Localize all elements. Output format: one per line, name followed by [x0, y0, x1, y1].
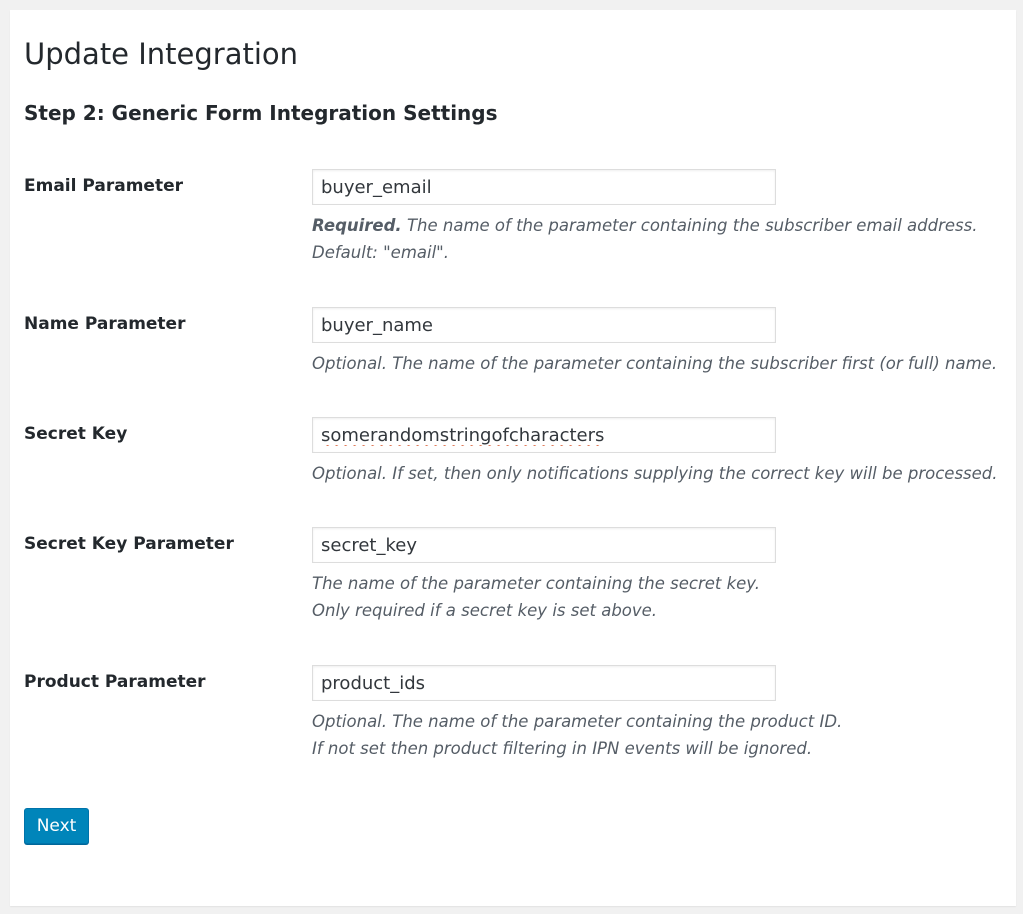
secret-key-description: Optional. If set, then only notification…: [312, 460, 1002, 487]
email-parameter-description-line-2: Default: "email".: [312, 243, 450, 262]
email-parameter-label: Email Parameter: [24, 176, 183, 196]
page-title: Update Integration: [24, 37, 299, 71]
secret-key-description-line-1: Optional. If set, then only notification…: [312, 464, 998, 483]
secret-key-parameter-label: Secret Key Parameter: [24, 534, 234, 554]
secret-key-label: Secret Key: [24, 424, 128, 444]
integration-settings-panel: Update Integration Step 2: Generic Form …: [10, 10, 1016, 906]
email-parameter-description-line-1: Required. The name of the parameter cont…: [312, 216, 978, 235]
product-parameter-description-line-2: If not set then product filtering in IPN…: [312, 739, 813, 758]
required-label: Required.: [312, 216, 402, 235]
product-parameter-label: Product Parameter: [24, 672, 206, 692]
email-parameter-description: Required. The name of the parameter cont…: [312, 212, 1002, 266]
product-parameter-description-line-1: Optional. The name of the parameter cont…: [312, 712, 843, 731]
email-parameter-input[interactable]: [312, 169, 776, 205]
next-button[interactable]: Next: [24, 808, 89, 844]
name-parameter-description: Optional. The name of the parameter cont…: [312, 350, 1002, 377]
product-parameter-input[interactable]: [312, 665, 776, 701]
secret-key-parameter-description: The name of the parameter containing the…: [312, 570, 1002, 624]
secret-key-parameter-description-line-1: The name of the parameter containing the…: [312, 574, 761, 593]
secret-key-input[interactable]: [312, 417, 776, 453]
section-title: Step 2: Generic Form Integration Setting…: [24, 101, 498, 125]
name-parameter-description-line-1: Optional. The name of the parameter cont…: [312, 354, 998, 373]
product-parameter-description: Optional. The name of the parameter cont…: [312, 708, 1002, 762]
secret-key-parameter-input[interactable]: [312, 527, 776, 563]
secret-key-parameter-description-line-2: Only required if a secret key is set abo…: [312, 601, 658, 620]
name-parameter-input[interactable]: [312, 307, 776, 343]
name-parameter-label: Name Parameter: [24, 314, 186, 334]
